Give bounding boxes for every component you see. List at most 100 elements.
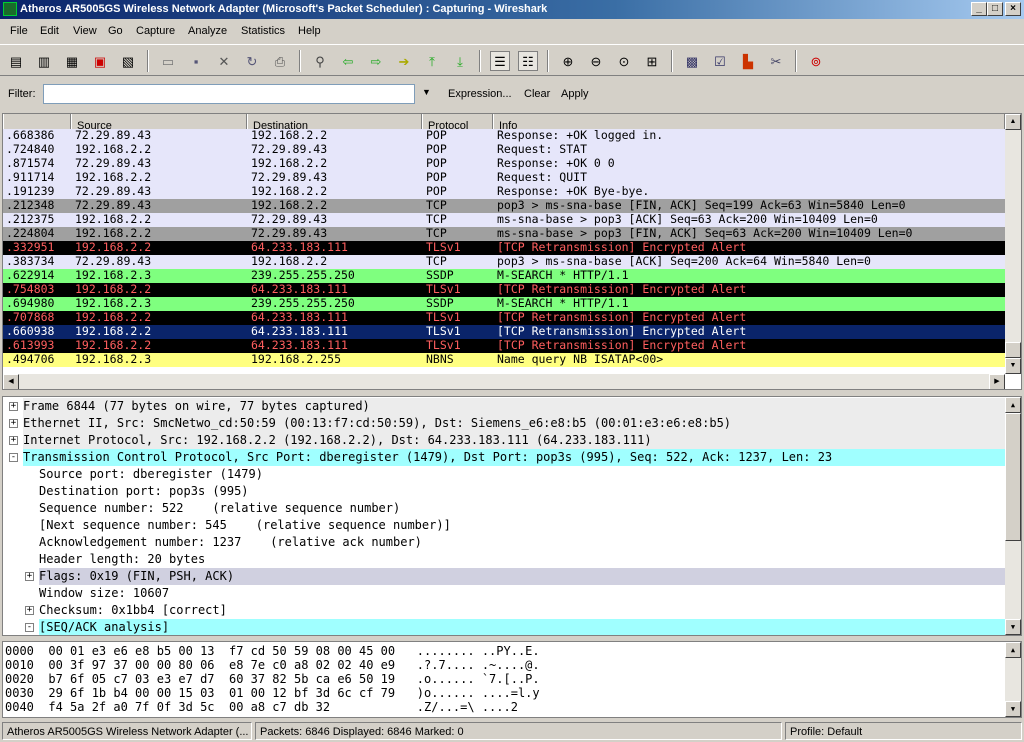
detail-row[interactable]: - [SEQ/ACK analysis] (3, 619, 1005, 635)
clear-button[interactable]: Clear (524, 88, 550, 100)
collapse-icon[interactable]: - (9, 453, 18, 462)
hex-row[interactable]: 0020 b7 6f 05 c7 03 e3 e7 d7 60 37 82 5b… (5, 673, 540, 686)
packet-row[interactable]: .191239 72.29.89.43 192.168.2.2 POP Response… (3, 185, 1005, 199)
first-icon[interactable]: ⤒ (422, 51, 442, 71)
interfaces-icon[interactable]: ▤ (6, 51, 26, 71)
expand-icon[interactable]: + (9, 402, 18, 411)
menu-statistics[interactable]: Statistics (241, 25, 285, 37)
menu-file[interactable]: File (10, 25, 28, 37)
autoscroll-icon[interactable]: ☷ (518, 51, 538, 71)
hex-row[interactable]: 0000 00 01 e3 e6 e8 b5 00 13 f7 cd 50 59… (5, 645, 540, 658)
restart-icon[interactable]: ▧ (118, 51, 138, 71)
options-icon[interactable]: ▥ (34, 51, 54, 71)
detail-row[interactable]: Source port: dberegister (1479) (3, 466, 1005, 483)
collapse-icon[interactable]: - (25, 623, 34, 632)
detail-row[interactable]: [Next sequence number: 545 (relative seq… (3, 517, 1005, 534)
expand-icon[interactable]: + (9, 419, 18, 428)
packet-row[interactable]: .494706 192.168.2.3 192.168.2.255 NBNS Name … (3, 353, 1005, 367)
close-window-button[interactable]: × (1005, 2, 1021, 16)
goto-icon[interactable]: ➔ (394, 51, 414, 71)
detail-row[interactable]: Sequence number: 522 (relative sequence … (3, 500, 1005, 517)
start-icon[interactable]: ▦ (62, 51, 82, 71)
maximize-button[interactable]: □ (987, 2, 1003, 16)
packet-row[interactable]: .754803 192.168.2.2 64.233.183.111 TLSv1 [TC… (3, 283, 1005, 297)
expand-icon[interactable]: + (25, 606, 34, 615)
minimize-button[interactable]: _ (971, 2, 987, 16)
details-scroll-up-button[interactable]: ▲ (1005, 397, 1021, 413)
print-icon[interactable]: ⎙ (270, 51, 290, 71)
menu-analyze[interactable]: Analyze (188, 25, 227, 37)
scroll-up-button[interactable]: ▲ (1005, 114, 1021, 130)
detail-row[interactable]: Acknowledgement number: 1237 (relative a… (3, 534, 1005, 551)
packet-row[interactable]: .383734 72.29.89.43 192.168.2.2 TCP pop3 > m… (3, 255, 1005, 269)
resize-columns-icon[interactable]: ⊞ (642, 51, 662, 71)
expression-button[interactable]: Expression... (448, 88, 512, 100)
colorize-icon[interactable]: ☰ (490, 51, 510, 71)
packet-row[interactable]: .660938 192.168.2.2 64.233.183.111 TLSv1 [TC… (3, 325, 1005, 339)
bytes-scroll-up-button[interactable]: ▲ (1005, 642, 1021, 658)
packet-row[interactable]: .212348 72.29.89.43 192.168.2.2 TCP pop3 > m… (3, 199, 1005, 213)
details-scroll-thumb[interactable] (1005, 413, 1021, 541)
hex-row[interactable]: 0030 29 6f 1b b4 00 00 15 03 01 00 12 bf… (5, 687, 540, 700)
scroll-down-button[interactable]: ▼ (1005, 358, 1021, 374)
find-icon[interactable]: ⚲ (310, 51, 330, 71)
packet-row[interactable]: .871574 72.29.89.43 192.168.2.2 POP Response… (3, 157, 1005, 171)
menu-view[interactable]: View (73, 25, 97, 37)
packet-row[interactable]: .668386 72.29.89.43 192.168.2.2 POP Response… (3, 129, 1005, 143)
expand-icon[interactable]: + (25, 572, 34, 581)
zoom-out-icon[interactable]: ⊖ (586, 51, 606, 71)
packet-row[interactable]: .694980 192.168.2.3 239.255.255.250 SSDP M-S… (3, 297, 1005, 311)
detail-row[interactable]: + Flags: 0x19 (FIN, PSH, ACK) (3, 568, 1005, 585)
packet-row[interactable]: .332951 192.168.2.2 64.233.183.111 TLSv1 [TC… (3, 241, 1005, 255)
menu-help[interactable]: Help (298, 25, 321, 37)
capture-filters-icon[interactable]: ▩ (682, 51, 702, 71)
apply-button[interactable]: Apply (561, 88, 589, 100)
save-icon[interactable]: ▪ (186, 51, 206, 71)
menu-go[interactable]: Go (108, 25, 123, 37)
menu-capture[interactable]: Capture (136, 25, 175, 37)
bytes-scroll-down-button[interactable]: ▼ (1005, 701, 1021, 717)
forward-icon[interactable]: ⇨ (366, 51, 386, 71)
last-icon[interactable]: ⤓ (450, 51, 470, 71)
bytes-vscrollbar[interactable]: ▲ ▼ (1005, 642, 1021, 717)
scroll-left-button[interactable]: ◀ (3, 374, 19, 389)
packet-row[interactable]: .212375 192.168.2.2 72.29.89.43 TCP ms-sna-b… (3, 213, 1005, 227)
reload-icon[interactable]: ↻ (242, 51, 262, 71)
help-icon[interactable]: ⊚ (806, 51, 826, 71)
packet-row[interactable]: .911714 192.168.2.2 72.29.89.43 POP Request:… (3, 171, 1005, 185)
details-scroll-down-button[interactable]: ▼ (1005, 619, 1021, 635)
detail-row[interactable]: + Ethernet II, Src: SmcNetwo_cd:50:59 (00… (3, 415, 1005, 432)
hex-row[interactable]: 0010 00 3f 97 37 00 00 80 06 e8 7e c0 a8… (5, 659, 540, 672)
zoom-normal-icon[interactable]: ⊙ (614, 51, 634, 71)
display-filters-icon[interactable]: ☑ (710, 51, 730, 71)
packet-row[interactable]: .724840 192.168.2.2 72.29.89.43 POP Request:… (3, 143, 1005, 157)
scroll-thumb[interactable] (1005, 342, 1021, 358)
filter-dropdown-icon[interactable]: ▼ (422, 87, 431, 97)
open-icon[interactable]: ▭ (158, 51, 178, 71)
scroll-right-button[interactable]: ▶ (989, 374, 1005, 389)
detail-row[interactable]: Destination port: pop3s (995) (3, 483, 1005, 500)
expand-icon[interactable]: + (9, 436, 18, 445)
zoom-in-icon[interactable]: ⊕ (558, 51, 578, 71)
packet-list-vscrollbar[interactable]: ▲ ▼ (1005, 114, 1021, 374)
details-vscrollbar[interactable]: ▲ ▼ (1005, 397, 1021, 635)
coloring-rules-icon[interactable]: ▙ (738, 51, 758, 71)
detail-row[interactable]: Window size: 10607 (3, 585, 1005, 602)
filter-input[interactable] (43, 84, 415, 104)
status-profile[interactable]: Profile: Default (785, 722, 1022, 740)
menu-edit[interactable]: Edit (40, 25, 59, 37)
packet-row[interactable]: .224804 192.168.2.2 72.29.89.43 TCP ms-sna-b… (3, 227, 1005, 241)
preferences-icon[interactable]: ✂ (766, 51, 786, 71)
detail-row[interactable]: + Frame 6844 (77 bytes on wire, 77 bytes … (3, 398, 1005, 415)
packet-row[interactable]: .622914 192.168.2.3 239.255.255.250 SSDP M-S… (3, 269, 1005, 283)
back-icon[interactable]: ⇦ (338, 51, 358, 71)
detail-row[interactable]: + Internet Protocol, Src: 192.168.2.2 (19… (3, 432, 1005, 449)
detail-row[interactable]: + Checksum: 0x1bb4 [correct] (3, 602, 1005, 619)
packet-list-hscrollbar[interactable]: ◀ ▶ (3, 374, 1005, 389)
packet-row[interactable]: .613993 192.168.2.2 64.233.183.111 TLSv1 [TC… (3, 339, 1005, 353)
hex-row[interactable]: 0040 f4 5a 2f a0 7f 0f 3d 5c 00 a8 c7 db… (5, 701, 518, 714)
detail-row[interactable]: Header length: 20 bytes (3, 551, 1005, 568)
stop-icon[interactable]: ▣ (90, 51, 110, 71)
close-icon[interactable]: ✕ (214, 51, 234, 71)
detail-row[interactable]: - Transmission Control Protocol, Src Port… (3, 449, 1005, 466)
